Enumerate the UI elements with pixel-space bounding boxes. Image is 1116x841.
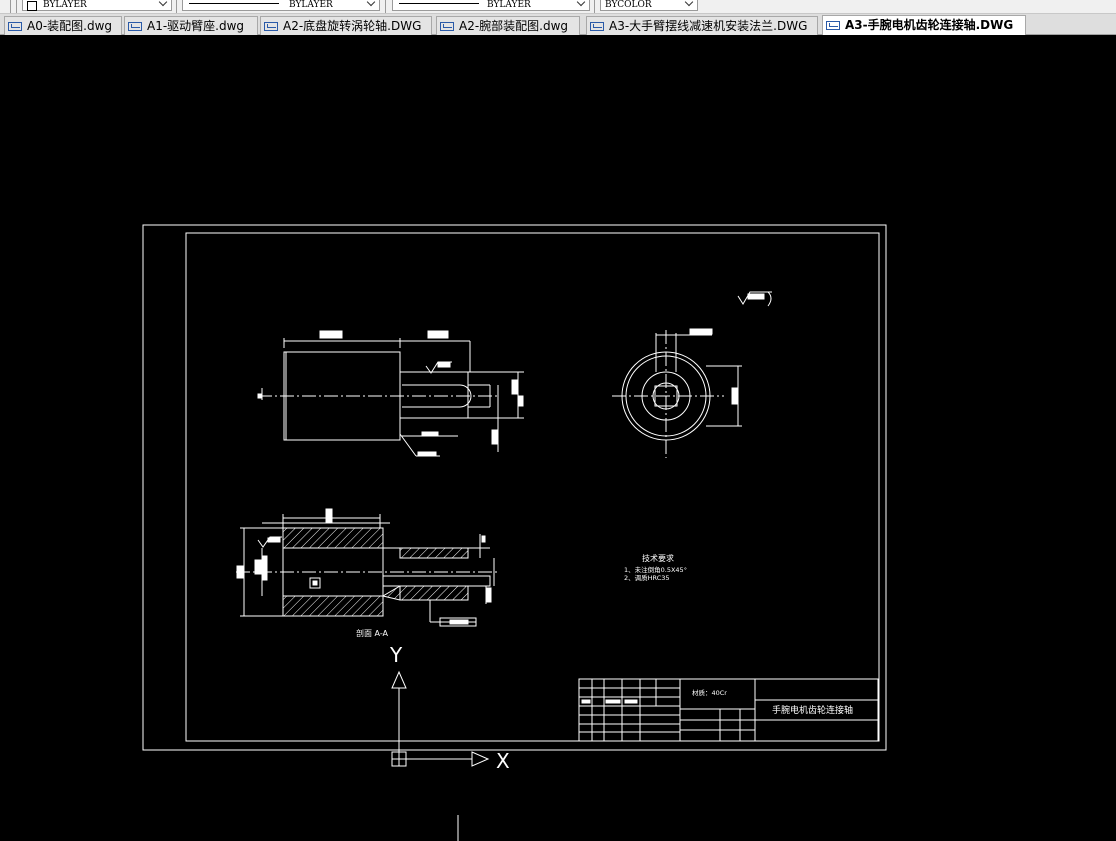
- linetype-dropdown[interactable]: BYLAYER: [182, 0, 380, 11]
- drawing-canvas[interactable]: 剖面 A-A 技术要求 1、未注倒角0.5X45° 2、调质HRC35 材质：4…: [0, 35, 1116, 841]
- toolbar-separator: [16, 0, 17, 13]
- toolbar-separator: [176, 0, 177, 13]
- tab-label: A2-腕部装配图.dwg: [459, 19, 569, 33]
- tab-label: A2-底盘旋转涡轮轴.DWG: [283, 19, 422, 33]
- tab-label: A3-手腕电机齿轮连接轴.DWG: [845, 18, 1014, 32]
- tab-a1-drive-arm-base[interactable]: A1-驱动臂座.dwg: [124, 16, 258, 35]
- lineweight-dropdown[interactable]: BYLAYER: [392, 0, 590, 11]
- dwg-file-icon: [8, 22, 22, 31]
- section-a-a-view: [236, 508, 498, 627]
- dwg-file-icon: [128, 22, 142, 31]
- tab-a3-wrist-motor-gear-shaft[interactable]: A3-手腕电机齿轮连接轴.DWG: [822, 15, 1026, 35]
- ucs-x-label: X: [496, 749, 510, 773]
- document-tab-bar: A0-装配图.dwg A1-驱动臂座.dwg A2-底盘旋转涡轮轴.DWG A2…: [0, 14, 1116, 35]
- sheet-inner-frame: [185, 232, 880, 742]
- ucs-icon: [391, 670, 490, 767]
- tab-label: A0-装配图.dwg: [27, 19, 113, 33]
- dwg-file-icon: [264, 22, 278, 31]
- chevron-down-icon: [158, 0, 168, 7]
- toolbar-separator: [594, 0, 595, 13]
- dwg-file-icon: [590, 22, 604, 31]
- shaft-front-view: [257, 330, 524, 457]
- sheet-outer-border: [142, 224, 887, 751]
- ucs-y-label: Y: [389, 643, 403, 667]
- tab-label: A1-驱动臂座.dwg: [147, 19, 245, 33]
- shaft-side-view: [612, 328, 742, 458]
- color-swatch-icon: [27, 1, 37, 11]
- color-dropdown[interactable]: BYLAYER: [22, 0, 172, 11]
- lineweight-preview-icon: [399, 3, 479, 4]
- chevron-down-icon: [684, 0, 694, 7]
- color-dropdown-value: BYLAYER: [43, 0, 87, 10]
- tab-a3-arm-reducer-flange[interactable]: A3-大手臂摆线减速机安装法兰.DWG: [586, 16, 818, 35]
- tab-a2-wrist-assembly[interactable]: A2-腕部装配图.dwg: [436, 16, 580, 35]
- tab-label: A3-大手臂摆线减速机安装法兰.DWG: [609, 19, 808, 33]
- tab-a2-base-worm-shaft[interactable]: A2-底盘旋转涡轮轴.DWG: [260, 16, 432, 35]
- chevron-down-icon: [576, 0, 586, 7]
- properties-toolbar: BYLAYER BYLAYER BYLAYER BYCOLOR: [0, 0, 1116, 14]
- toolbar-separator: [10, 0, 11, 13]
- lineweight-dropdown-value: BYLAYER: [487, 0, 531, 10]
- section-label: 剖面 A-A: [356, 628, 389, 638]
- tab-a0-assembly[interactable]: A0-装配图.dwg: [4, 16, 122, 35]
- dwg-file-icon: [440, 22, 454, 31]
- plotstyle-dropdown-value: BYCOLOR: [605, 0, 652, 10]
- linetype-dropdown-value: BYLAYER: [289, 0, 333, 10]
- title-block-part-name: 手腕电机齿轮连接轴: [772, 704, 853, 716]
- roughness-symbol: [737, 291, 772, 307]
- toolbar-separator: [385, 0, 386, 13]
- linetype-preview-icon: [189, 3, 279, 4]
- title-block-material: 材质：40Cr: [692, 688, 727, 697]
- plotstyle-dropdown[interactable]: BYCOLOR: [600, 0, 698, 11]
- chevron-down-icon: [366, 0, 376, 7]
- tech-requirement-item: 1、未注倒角0.5X45°: [624, 565, 687, 574]
- tech-requirement-item: 2、调质HRC35: [624, 573, 670, 582]
- dwg-file-icon: [826, 21, 840, 30]
- tech-requirements-title: 技术要求: [642, 553, 674, 563]
